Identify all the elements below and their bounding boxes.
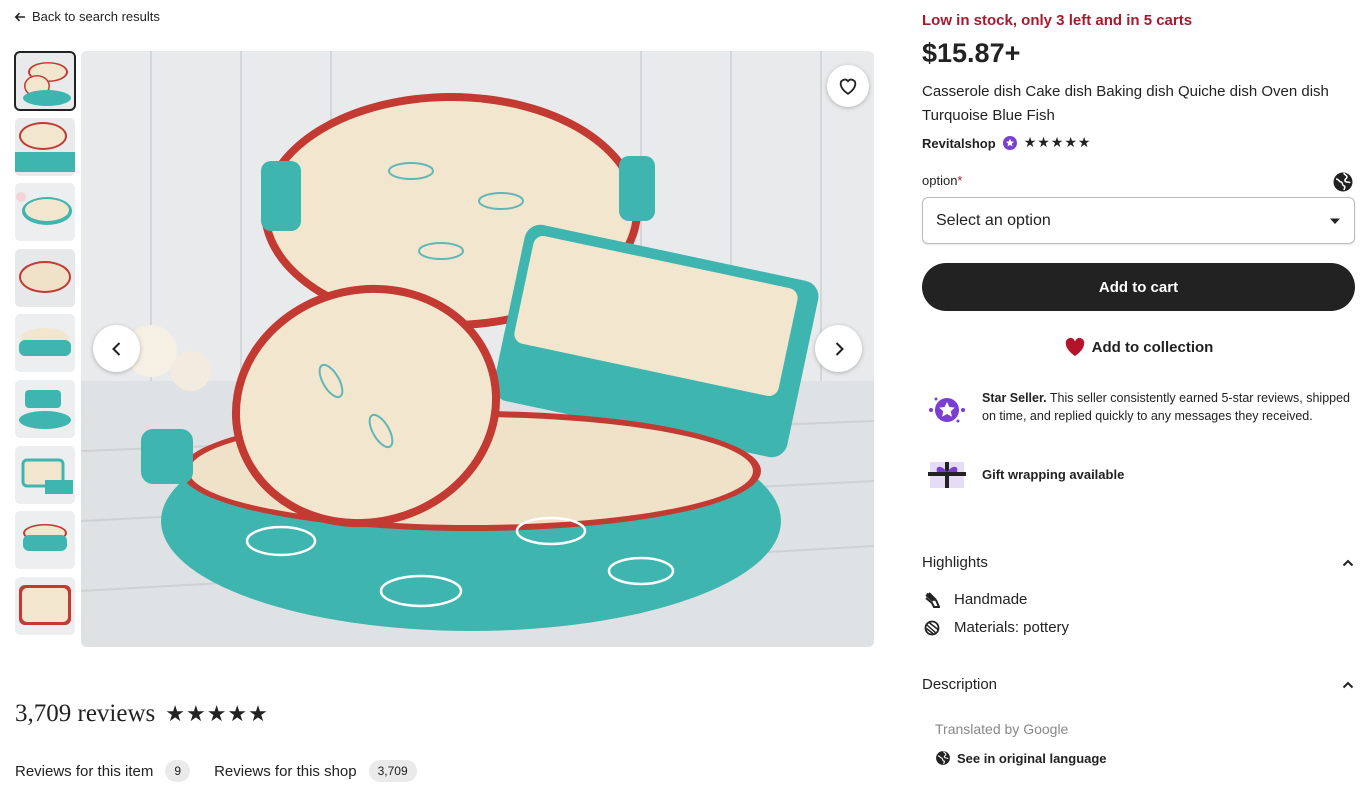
highlights-toggle[interactable]: Highlights <box>922 554 1354 571</box>
star-seller-badge-icon <box>1002 136 1017 150</box>
price: $15.87+ <box>922 38 1021 68</box>
highlight-materials: Materials: pottery <box>924 619 1069 636</box>
reviews-count: 3,709 reviews <box>15 700 156 727</box>
tab-item-reviews[interactable]: Reviews for this item 9 <box>15 760 191 782</box>
reviews-rating-stars: ★★★★★ <box>165 701 269 727</box>
option-label: option* <box>922 173 962 188</box>
add-to-cart-button[interactable]: Add to cart <box>922 263 1355 311</box>
chevron-right-icon <box>835 341 844 356</box>
back-to-search-link[interactable]: Back to search results <box>14 9 160 24</box>
tab-item-reviews-count: 9 <box>165 760 191 782</box>
stock-notice: Low in stock, only 3 left and in 5 carts <box>922 12 1193 29</box>
gift-wrap-label: Gift wrapping available <box>982 466 1125 482</box>
see-original-language-link[interactable]: See in original language <box>935 750 1107 766</box>
listing-title: Casserole dish Cake dish Baking dish Qui… <box>922 83 1329 124</box>
thumbnail-7[interactable] <box>15 445 75 504</box>
star-seller-text: Star Seller. This seller consistently ea… <box>982 389 1352 431</box>
main-product-image <box>81 51 874 647</box>
option-select[interactable]: Select an option <box>922 197 1355 244</box>
tab-item-reviews-label: Reviews for this item <box>15 762 154 780</box>
globe-icon[interactable] <box>1332 171 1354 193</box>
thumbnail-2[interactable] <box>15 117 75 176</box>
thumbnail-1[interactable] <box>14 51 76 111</box>
thumbnail-6[interactable] <box>15 379 75 438</box>
add-to-collection-label: Add to collection <box>1091 338 1214 356</box>
caret-down-icon <box>1330 218 1340 224</box>
globe-icon <box>936 751 950 765</box>
highlight-handmade: Handmade <box>924 591 1027 608</box>
highlights-heading: Highlights <box>922 554 988 571</box>
thumbnail-strip <box>14 51 76 642</box>
option-select-value: Select an option <box>936 211 1051 229</box>
required-mark: * <box>957 173 963 188</box>
star-seller-info: Star Seller. This seller consistently ea… <box>926 389 1352 431</box>
back-link-label: Back to search results <box>32 9 160 24</box>
tab-shop-reviews-label: Reviews for this shop <box>214 762 357 780</box>
tab-shop-reviews-count: 3,709 <box>368 760 417 782</box>
hand-icon <box>925 591 940 608</box>
description-heading: Description <box>922 676 998 693</box>
chevron-up-icon <box>1342 559 1354 566</box>
chevron-left-icon <box>111 341 120 356</box>
reviews-heading: 3,709 reviews ★★★★★ <box>15 700 269 728</box>
heart-filled-icon <box>1065 337 1084 357</box>
yarn-icon <box>924 620 940 635</box>
thumbnail-3[interactable] <box>15 183 75 242</box>
see-original-label: See in original language <box>957 750 1107 766</box>
star-seller-icon <box>929 397 965 423</box>
heart-outline-icon <box>839 78 857 95</box>
chevron-up-icon <box>1342 681 1354 688</box>
shop-info: Revitalshop ★★★★★ <box>922 135 1091 151</box>
star-seller-title: Star Seller. <box>982 391 1047 405</box>
gift-icon <box>928 462 966 488</box>
shop-rating-stars: ★★★★★ <box>1023 135 1092 151</box>
shop-name-link[interactable]: Revitalshop <box>922 136 996 151</box>
reviews-tabs: Reviews for this item 9 Reviews for this… <box>15 760 417 782</box>
highlight-materials-label: Materials: pottery <box>954 619 1070 636</box>
tab-shop-reviews[interactable]: Reviews for this shop 3,709 <box>214 760 417 782</box>
translated-by-google: Translated by Google <box>935 721 1069 737</box>
thumbnail-4[interactable] <box>15 248 75 307</box>
favorite-button[interactable] <box>827 65 869 107</box>
thumbnail-9[interactable] <box>15 576 75 635</box>
description-toggle[interactable]: Description <box>922 676 1354 693</box>
thumbnail-8[interactable] <box>15 511 75 570</box>
thumbnail-5[interactable] <box>15 314 75 373</box>
option-label-text: option <box>922 173 958 188</box>
arrow-left-icon <box>14 12 25 21</box>
image-next-button[interactable] <box>815 325 862 372</box>
gift-wrap-info: Gift wrapping available <box>926 458 1124 490</box>
image-prev-button[interactable] <box>93 325 140 372</box>
add-to-collection-button[interactable]: Add to collection <box>922 336 1355 358</box>
highlight-handmade-label: Handmade <box>954 591 1028 608</box>
